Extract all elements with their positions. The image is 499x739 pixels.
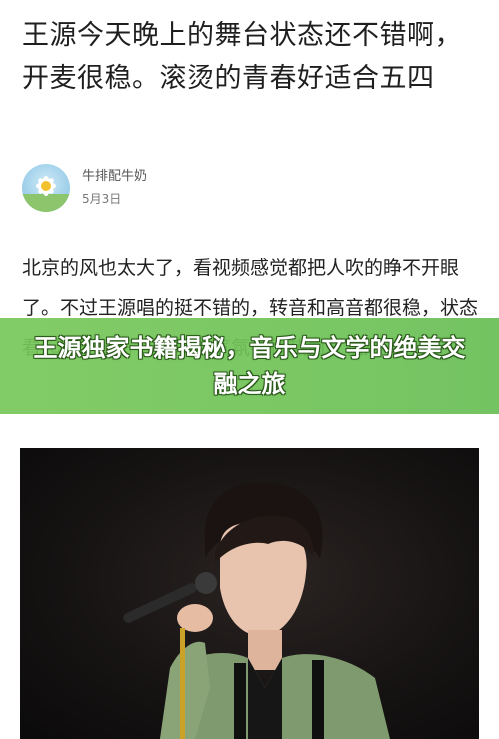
flower-avatar-icon (22, 176, 70, 212)
avatar[interactable] (22, 164, 70, 212)
overlay-banner: 王源独家书籍揭秘，音乐与文学的绝美交融之旅 (0, 318, 499, 414)
performer-photo (123, 482, 390, 739)
author-block[interactable]: 牛排配牛奶 5月3日 (22, 164, 147, 212)
article-title: 王源今天晚上的舞台状态还不错啊，开麦很稳。滚烫的青春好适合五四 (22, 20, 462, 94)
post-date: 5月3日 (82, 192, 122, 206)
article-photo[interactable] (20, 448, 479, 739)
banner-title: 王源独家书籍揭秘，音乐与文学的绝美交融之旅 (33, 334, 466, 398)
author-name[interactable]: 牛排配牛奶 (82, 168, 147, 186)
